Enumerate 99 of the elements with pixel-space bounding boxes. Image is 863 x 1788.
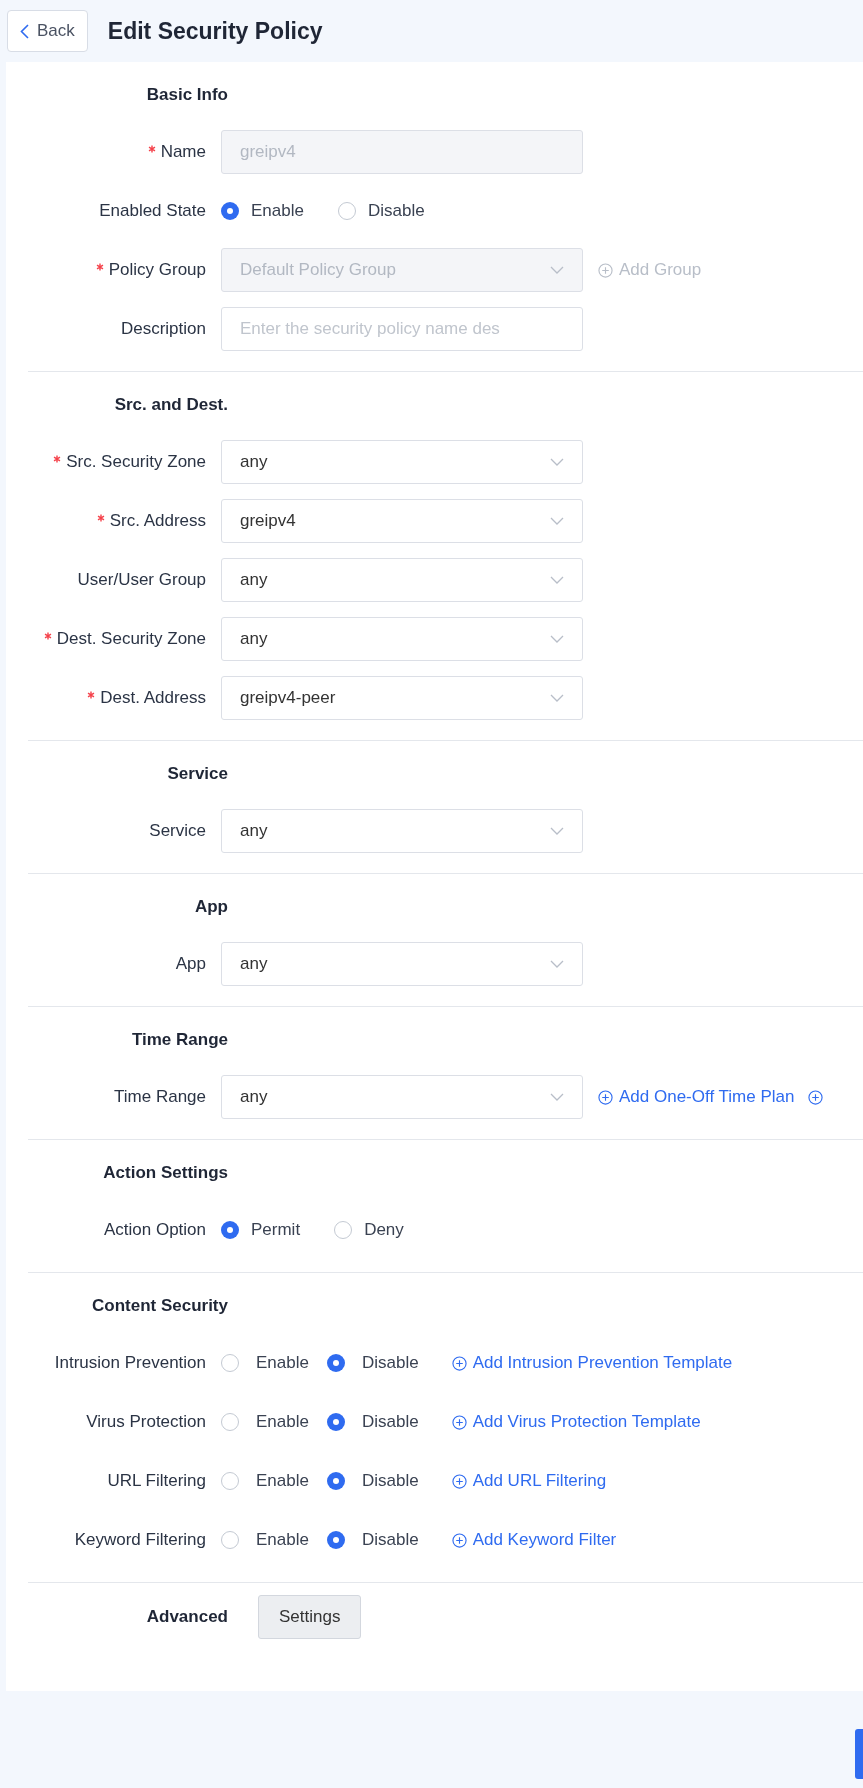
radio-label: Disable <box>361 1352 419 1375</box>
plus-circle-icon <box>598 1089 613 1105</box>
plus-circle-icon <box>451 1414 467 1430</box>
select-value: Default Policy Group <box>240 259 396 282</box>
required-icon <box>95 263 104 271</box>
required-icon <box>43 632 52 640</box>
chevron-left-icon <box>20 23 29 39</box>
plus-circle-icon <box>808 1089 824 1105</box>
section-title: App <box>194 896 228 919</box>
plus-circle-icon <box>451 1532 467 1548</box>
text-field[interactable]: Enter the security policy name des <box>221 307 583 351</box>
radio-button[interactable] <box>221 1413 239 1431</box>
radio-label: Enable <box>256 1352 309 1375</box>
select-field[interactable]: any <box>221 558 583 602</box>
radio-label: Enable <box>256 1470 309 1493</box>
field-label: Policy Group <box>108 259 206 282</box>
field-label: Intrusion Prevention <box>54 1352 206 1375</box>
field-label: Src. Security Zone <box>66 451 206 474</box>
radio-button[interactable] <box>221 1354 239 1372</box>
field-label: Dest. Address <box>100 687 206 710</box>
radio-label: Disable <box>361 1529 419 1552</box>
required-icon <box>53 455 62 463</box>
radio-label: Enable <box>256 1411 309 1434</box>
radio-button[interactable] <box>326 1413 345 1431</box>
field-label: Dest. Security Zone <box>56 628 206 651</box>
field-label: User/User Group <box>77 569 206 592</box>
add-link[interactable]: Add Virus Protection Template <box>451 1409 701 1435</box>
back-button[interactable]: Back <box>7 10 88 52</box>
chevron-down-icon <box>550 960 564 968</box>
settings-button[interactable]: Settings <box>258 1595 362 1639</box>
select-value: greipv4 <box>240 510 296 533</box>
field-label: Enabled State <box>99 200 206 223</box>
radio-button[interactable] <box>221 1472 239 1490</box>
select-field[interactable]: any <box>221 440 583 484</box>
radio-button[interactable] <box>221 1531 239 1549</box>
select-field[interactable]: greipv4-peer <box>221 676 583 720</box>
chevron-down-icon <box>550 458 564 466</box>
add-link[interactable]: Add One-Off Time Plan <box>598 1084 795 1110</box>
section-title: Service <box>167 763 228 786</box>
page-title: Edit Security Policy <box>107 16 323 46</box>
chevron-down-icon <box>550 576 564 584</box>
section-title: Content Security <box>91 1295 228 1318</box>
field-label: Service <box>149 820 206 843</box>
radio-label: Enable <box>256 1529 309 1552</box>
section-title: Src. and Dest. <box>114 394 228 417</box>
field-label: URL Filtering <box>107 1470 206 1493</box>
radio-button[interactable] <box>326 1354 345 1372</box>
field-label: Action Option <box>103 1219 206 1242</box>
radio-label: Disable <box>361 1411 419 1434</box>
field-label: Time Range <box>114 1086 206 1109</box>
section-title: Action Settings <box>103 1162 228 1185</box>
plus-circle-icon <box>598 262 613 278</box>
chevron-down-icon <box>550 827 564 835</box>
field-label: Name <box>160 141 206 164</box>
select-value: any <box>240 569 268 592</box>
chevron-down-icon <box>550 635 564 643</box>
select-value: any <box>240 953 268 976</box>
chevron-down-icon <box>550 694 564 702</box>
section-title: Time Range <box>131 1029 228 1052</box>
primary-button[interactable] <box>855 1729 863 1779</box>
select-field[interactable]: any <box>221 1075 583 1119</box>
select-field[interactable]: any <box>221 809 583 853</box>
required-icon <box>87 691 96 699</box>
field-label: Src. Address <box>109 510 206 533</box>
field-label: App <box>175 953 206 976</box>
radio-label: Permit <box>251 1219 301 1242</box>
required-icon <box>96 514 105 522</box>
field-label: Description <box>120 318 206 341</box>
add-link[interactable]: Add Keyword Filter <box>451 1527 617 1553</box>
select-value: any <box>240 628 268 651</box>
add-link[interactable]: Add URL Filtering <box>451 1468 607 1494</box>
section-title: Advanced <box>146 1606 228 1629</box>
select-value: any <box>240 820 268 843</box>
field-label: Virus Protection <box>86 1411 206 1434</box>
select-value: any <box>240 451 268 474</box>
select-field[interactable]: any <box>221 617 583 661</box>
select-field[interactable]: any <box>221 942 583 986</box>
radio-button[interactable] <box>326 1472 345 1490</box>
radio-label: Deny <box>364 1219 404 1242</box>
chevron-down-icon <box>550 266 564 274</box>
select-value: any <box>240 1086 268 1109</box>
radio-button[interactable] <box>221 1221 239 1239</box>
radio-label: Disable <box>361 1470 419 1493</box>
plus-circle-icon <box>451 1473 467 1489</box>
field-label: Keyword Filtering <box>74 1529 206 1552</box>
select-value: greipv4-peer <box>240 687 336 710</box>
radio-button[interactable] <box>221 202 239 220</box>
radio-label: Enable <box>251 200 304 223</box>
required-icon <box>147 145 156 153</box>
plus-circle-icon <box>451 1355 467 1371</box>
chevron-down-icon <box>550 1093 564 1101</box>
radio-button[interactable] <box>334 1221 353 1239</box>
add-link[interactable]: Add Intrusion Prevention Template <box>451 1350 733 1376</box>
radio-button[interactable] <box>337 202 356 220</box>
select-field[interactable]: greipv4 <box>221 499 583 543</box>
section-title: Basic Info <box>146 84 228 107</box>
chevron-down-icon <box>550 517 564 525</box>
radio-label: Disable <box>367 200 425 223</box>
radio-button[interactable] <box>326 1531 345 1549</box>
